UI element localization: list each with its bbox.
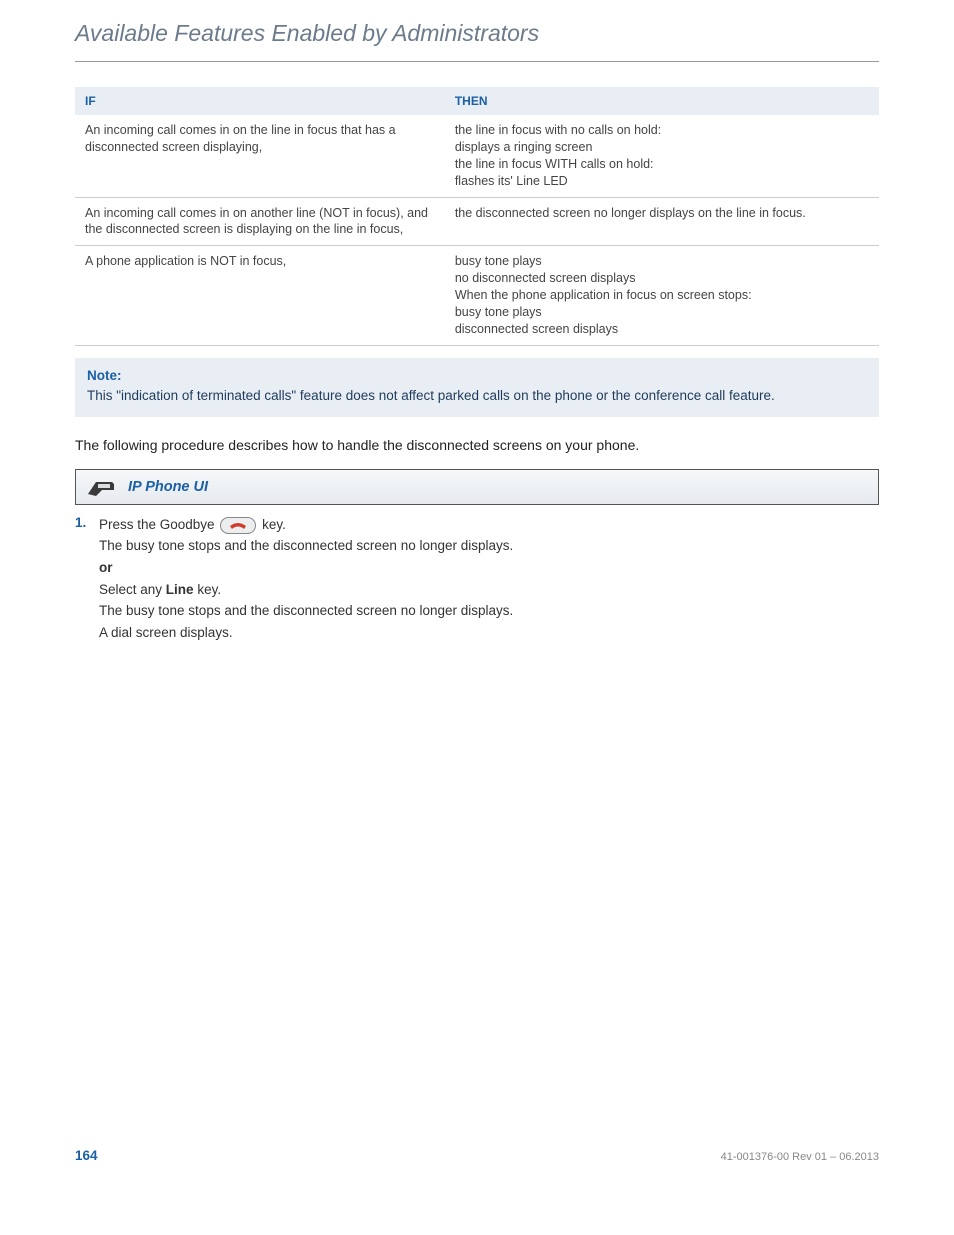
note-box: Note: This "indication of terminated cal… [75,358,879,417]
table-header-if: IF [75,87,445,115]
step-text: The busy tone stops and the disconnected… [99,536,879,556]
conditions-table: IF THEN An incoming call comes in on the… [75,87,879,346]
ip-phone-ui-bar: IP Phone UI [75,469,879,505]
phone-icon [86,476,116,498]
step-text: The busy tone stops and the disconnected… [99,601,879,621]
table-row: An incoming call comes in on the line in… [75,115,879,197]
page-title: Available Features Enabled by Administra… [75,20,879,62]
if-cell: An incoming call comes in on the line in… [75,115,445,197]
page-number: 164 [75,1148,98,1163]
note-title: Note: [87,368,867,383]
step-text: Select any Line key. [99,580,879,600]
page-footer: 164 41-001376-00 Rev 01 – 06.2013 [75,1148,879,1163]
ip-phone-ui-label: IP Phone UI [128,479,208,495]
procedure-intro: The following procedure describes how to… [75,437,879,453]
table-header-then: THEN [445,87,879,115]
table-row: A phone application is NOT in focus, bus… [75,246,879,345]
step-or: or [99,558,879,578]
goodbye-key-icon [220,517,256,534]
doc-revision: 41-001376-00 Rev 01 – 06.2013 [721,1151,879,1163]
step-list: 1. Press the Goodbye key. The busy tone … [75,515,879,644]
if-cell: A phone application is NOT in focus, [75,246,445,345]
table-row: An incoming call comes in on another lin… [75,197,879,246]
then-cell: the line in focus with no calls on hold:… [445,115,879,197]
step-number: 1. [75,515,91,530]
if-cell: An incoming call comes in on another lin… [75,197,445,246]
then-cell: the disconnected screen no longer displa… [445,197,879,246]
step-text: Press the Goodbye key. [99,515,879,535]
then-cell: busy tone plays no disconnected screen d… [445,246,879,345]
note-body: This "indication of terminated calls" fe… [87,387,867,405]
step-text: A dial screen displays. [99,623,879,643]
